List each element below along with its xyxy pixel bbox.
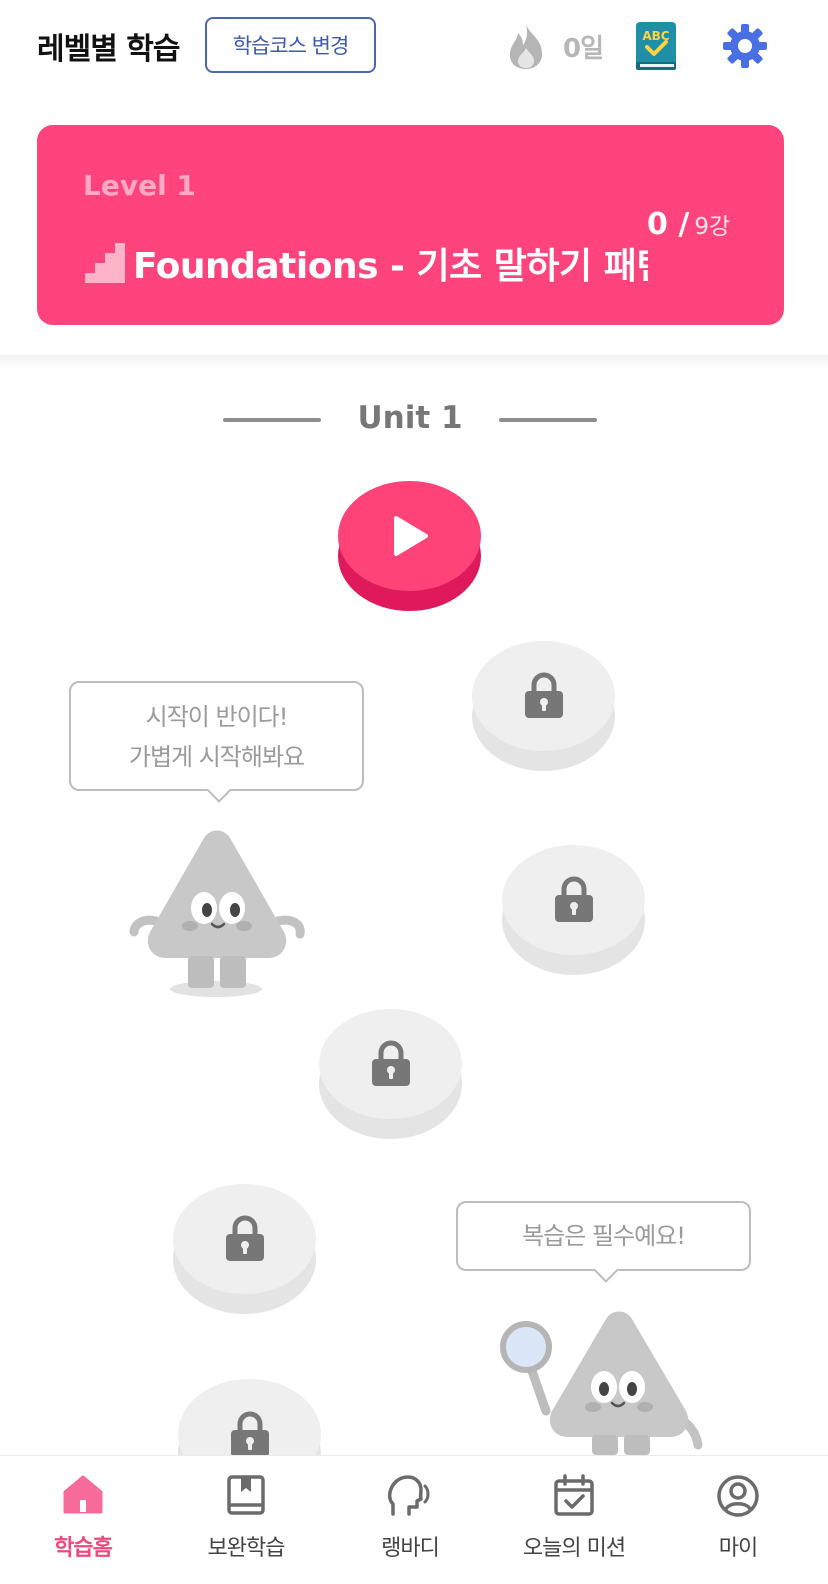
lesson-node-locked[interactable]: [319, 1009, 462, 1139]
unit-line-left: [223, 418, 321, 422]
mascot-character-icon: [128, 826, 308, 1002]
abc-book-icon[interactable]: ABC: [634, 20, 678, 76]
header-divider: [0, 355, 828, 369]
lesson-node-locked[interactable]: [173, 1184, 316, 1314]
nav-item-langbody[interactable]: 랭바디: [327, 1456, 493, 1584]
lock-icon: [230, 1411, 269, 1457]
nav-item-my[interactable]: 마이: [655, 1456, 821, 1584]
lock-icon: [371, 1040, 410, 1086]
mascot-magnifier-icon: [500, 1307, 710, 1459]
change-course-button[interactable]: 학습코스 변경: [205, 17, 376, 73]
nav-label-supplementary: 보완학습: [207, 1536, 286, 1561]
home-icon: [62, 1474, 104, 1520]
stairs-icon: [83, 241, 127, 289]
unit-line-right: [499, 418, 597, 422]
lock-icon: [554, 876, 593, 922]
speaking-head-icon: [387, 1474, 433, 1522]
course-title: Foundations - 기초 말하기 패턴: [133, 246, 648, 287]
streak-count: 0일: [563, 34, 604, 64]
progress-total: 9강: [694, 214, 731, 240]
lesson-node-locked[interactable]: [472, 641, 615, 771]
lesson-node-current[interactable]: [338, 481, 481, 611]
lock-icon: [225, 1215, 264, 1261]
nav-label-my: 마이: [718, 1536, 758, 1561]
nav-label-langbody: 랭바디: [381, 1536, 440, 1561]
progress-done: 0 /: [647, 207, 690, 242]
book-icon: [226, 1474, 266, 1520]
flame-icon[interactable]: [505, 22, 547, 74]
lesson-progress: 0 / 9강: [647, 207, 730, 242]
level-label: Level 1: [83, 169, 196, 202]
bubble-start-line1: 시작이 반이다!: [145, 703, 289, 731]
nav-item-home[interactable]: 학습홈: [0, 1456, 166, 1584]
level-card[interactable]: Level 1 0 / 9강 Foundations - 기초 말하기 패턴: [37, 125, 784, 325]
nav-item-mission[interactable]: 오늘의 미션: [491, 1456, 657, 1584]
lock-icon: [524, 672, 563, 718]
course-title-container: Foundations - 기초 말하기 패턴: [133, 237, 648, 287]
lesson-node-locked[interactable]: [502, 845, 645, 975]
speech-bubble-review: 복습은 필수예요!: [456, 1201, 751, 1283]
nav-item-supplementary[interactable]: 보완학습: [163, 1456, 329, 1584]
speech-bubble-start: 시작이 반이다! 가볍게 시작해봐요: [69, 681, 364, 803]
nav-label-mission: 오늘의 미션: [522, 1536, 626, 1561]
unit-title: Unit 1: [357, 400, 463, 436]
page-title: 레벨별 학습: [37, 32, 180, 67]
gear-icon[interactable]: [721, 22, 769, 74]
profile-icon: [716, 1474, 760, 1522]
bubble-start-line2: 가볍게 시작해봐요: [128, 743, 305, 771]
calendar-check-icon: [553, 1474, 595, 1522]
play-icon: [393, 516, 428, 556]
nav-label-home: 학습홈: [54, 1536, 113, 1561]
bottom-nav: 학습홈 보완학습 랭바디 오늘의 미션 마이: [0, 1455, 828, 1584]
bubble-review-text: 복습은 필수예요!: [522, 1222, 686, 1250]
